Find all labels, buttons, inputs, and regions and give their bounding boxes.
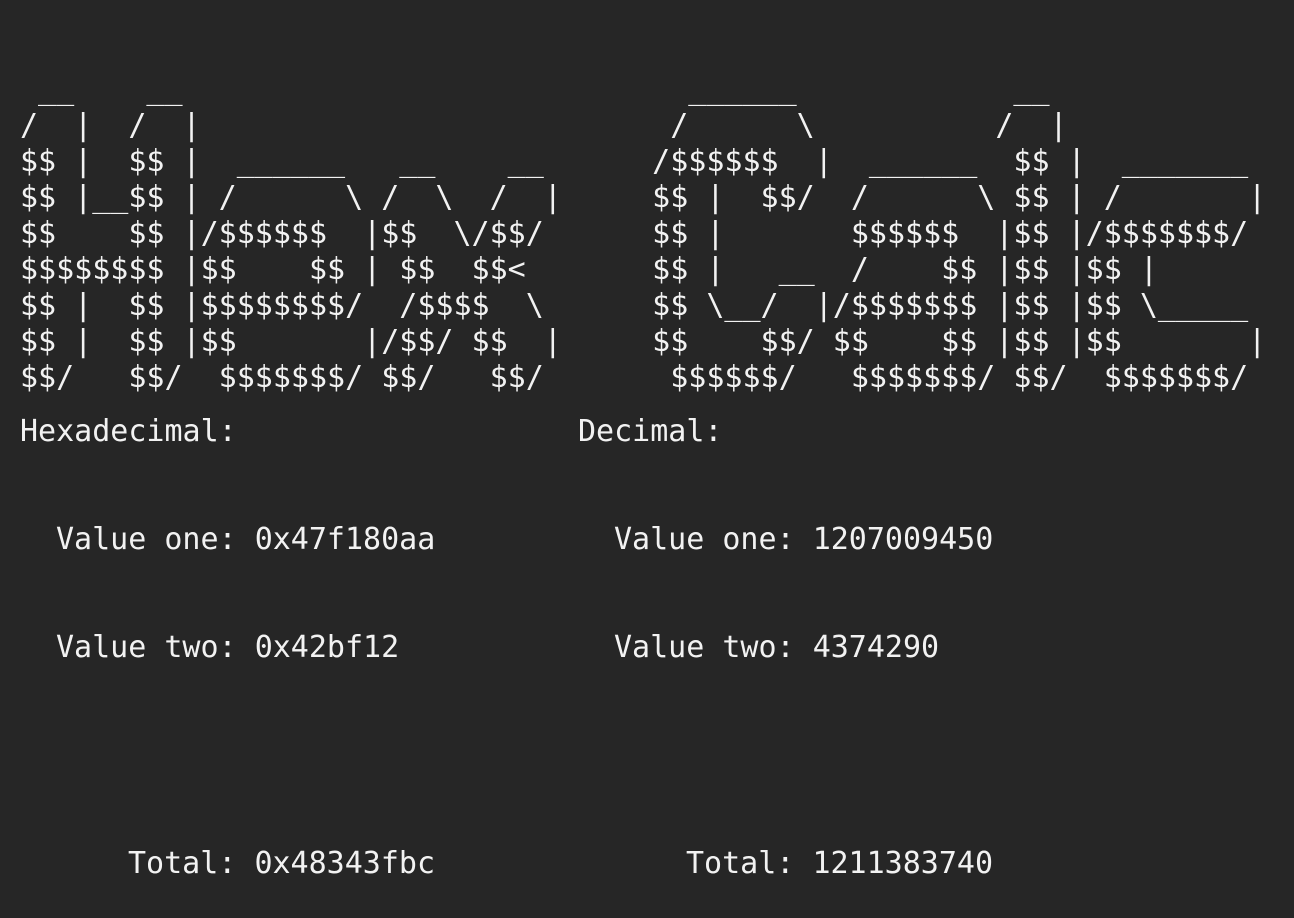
dec-heading: Decimal: — [578, 414, 723, 449]
dec-value-two-row: Value two: 4374290 — [578, 630, 993, 666]
hex-total: 0x48343fbc — [254, 846, 436, 881]
banner-line: $$$$$$$$ |$$ $$ | $$ $$< $$ | __ / $$ |$… — [20, 252, 1158, 287]
hex-value-two-row: Value two: 0x42bf12 — [20, 630, 435, 666]
hex-heading: Hexadecimal: — [20, 414, 237, 449]
banner-line: $$ |__$$ | / \ / \ / | $$ | $$/ / \ $$ |… — [20, 180, 1267, 215]
dec-value-two-label: Value two: — [614, 630, 795, 665]
banner-line: $$ $$ |/$$$$$$ |$$ \/$$/ $$ | $$$$$$ |$$… — [20, 216, 1249, 251]
dec-total: 1211383740 — [812, 846, 994, 881]
dec-value-one-label: Value one: — [614, 522, 795, 557]
hex-value-one-row: Value one: 0x47f180aa — [20, 522, 435, 558]
dec-value-two: 4374290 — [812, 630, 940, 665]
banner-line: $$ | $$ |$$$$$$$$/ /$$$$ \ $$ \__/ |/$$$… — [20, 288, 1249, 323]
dec-value-one-row: Value one: 1207009450 — [578, 522, 993, 558]
hex-total-row: Total: 0x48343fbc — [20, 846, 435, 882]
hex-value-two: 0x42bf12 — [254, 630, 400, 665]
dec-total-row: Total: 1211383740 — [578, 846, 993, 882]
hexadecimal-section: Hexadecimal: Value one: 0x47f180aa Value… — [20, 342, 435, 918]
banner-line: $$ | $$ | ______ __ __ /$$$$$$ | ______ … — [20, 144, 1249, 179]
banner-line: __ __ ______ __ — [20, 72, 1050, 107]
dec-value-one: 1207009450 — [812, 522, 994, 557]
hex-value-two-label: Value two: — [56, 630, 237, 665]
banner-line: / | / | / \ / | — [20, 108, 1068, 143]
dec-total-label: Total: — [686, 846, 795, 881]
hex-value-one-label: Value one: — [56, 522, 237, 557]
hex-total-label: Total: — [128, 846, 237, 881]
hex-value-one: 0x47f180aa — [254, 522, 436, 557]
decimal-section: Decimal: Value one: 1207009450 Value two… — [578, 342, 993, 918]
